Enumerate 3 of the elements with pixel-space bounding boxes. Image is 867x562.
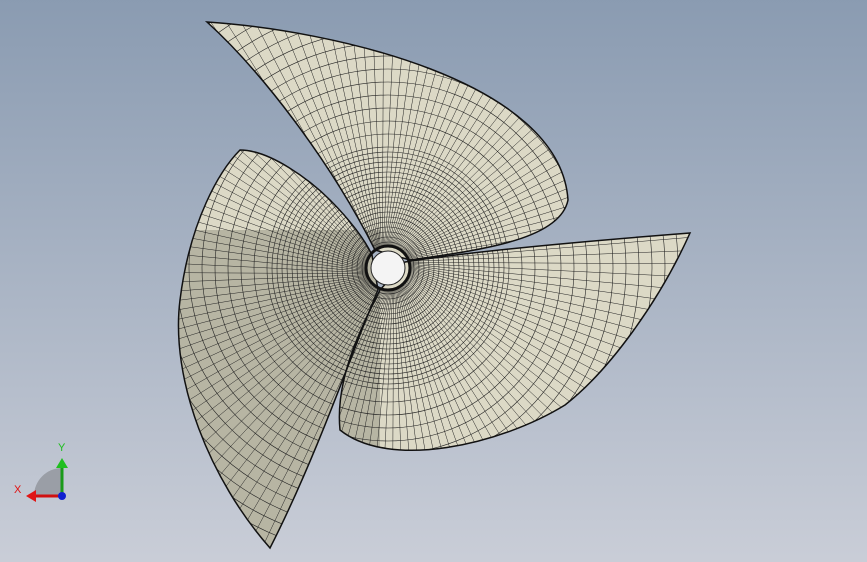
y-axis-label: Y [58,443,66,454]
x-axis-label: X [14,485,22,496]
axis-triad-drawing [26,458,68,502]
